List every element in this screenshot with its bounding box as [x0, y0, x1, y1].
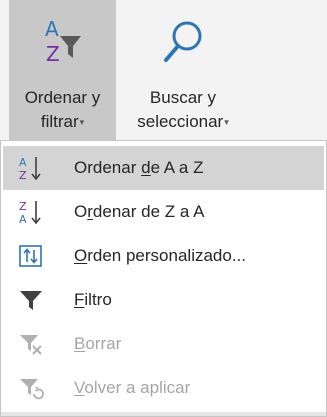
menu-item-label: Ordenar de A a Z	[74, 158, 204, 177]
menu-item-reapply-filter[interactable]: Volver a aplicar	[3, 366, 324, 410]
clear-filter-icon	[20, 335, 42, 355]
menu-item-clear-filter[interactable]: Borrar	[3, 322, 324, 366]
svg-text:A: A	[19, 156, 27, 169]
svg-text:Z: Z	[19, 200, 27, 213]
menu-item-filter[interactable]: Filtro	[3, 278, 324, 322]
filter-funnel-icon	[20, 291, 42, 310]
find-and-select-button[interactable]: Buscar y seleccionar▾	[116, 0, 250, 144]
menu-item-label: Borrar	[74, 334, 122, 353]
find-and-select-label: Buscar y seleccionar▾	[137, 88, 229, 131]
sort-and-filter-label: Ordenar y filtrar▾	[24, 88, 101, 131]
sort-z-to-a-icon: Z A	[19, 200, 41, 226]
reapply-filter-icon	[20, 379, 44, 400]
sort-az-funnel-icon: A Z	[45, 17, 81, 66]
menu-item-custom-sort[interactable]: Orden personalizado...	[3, 234, 324, 278]
menu-item-label: Filtro	[74, 290, 112, 309]
ribbon-editing-group: A Z Ordenar y filtrar▾ Buscar y seleccio…	[0, 0, 327, 144]
sort-a-to-z-icon: A Z	[19, 156, 41, 182]
chevron-down-icon: ▾	[79, 117, 85, 127]
svg-text:Z: Z	[46, 42, 60, 66]
menu-item-label: Ordenar de Z a A	[74, 202, 205, 221]
sort-and-filter-button[interactable]: A Z Ordenar y filtrar▾	[9, 0, 116, 144]
custom-sort-icon	[19, 245, 42, 267]
svg-text:Z: Z	[19, 169, 27, 182]
sort-filter-dropdown-menu: A Z Ordenar de A a Z Z A Ordenar de Z a …	[0, 140, 327, 417]
menu-item-sort-a-to-z[interactable]: A Z Ordenar de A a Z	[3, 146, 324, 190]
svg-text:A: A	[45, 17, 59, 41]
magnifier-icon	[164, 21, 202, 62]
menu-item-label: Orden personalizado...	[74, 246, 247, 265]
chevron-down-icon: ▾	[224, 117, 229, 127]
menu-item-sort-z-to-a[interactable]: Z A Ordenar de Z a A	[3, 190, 324, 234]
menu-item-label: Volver a aplicar	[74, 378, 191, 397]
svg-text:A: A	[19, 213, 27, 226]
